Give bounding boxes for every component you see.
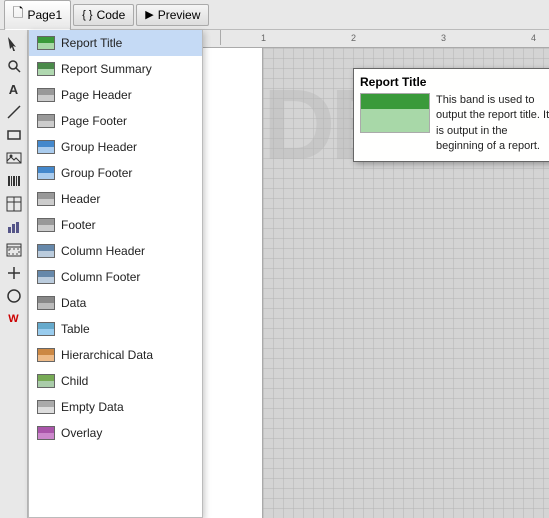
tab-preview[interactable]: ▶ Preview (136, 4, 209, 26)
band-icon-10 (37, 294, 55, 312)
menu-item-overlay[interactable]: Overlay (29, 420, 202, 446)
band-icon-2 (37, 86, 55, 104)
menu-item-header[interactable]: Header (29, 186, 202, 212)
menu-item-label: Report Summary (61, 62, 152, 76)
menu-item-label: Group Footer (61, 166, 132, 180)
zoom-tool[interactable] (3, 55, 25, 77)
band-icon-9 (37, 268, 55, 286)
menu-item-label: Empty Data (61, 400, 124, 414)
menu-item-label: Page Header (61, 88, 132, 102)
band-icon-3 (37, 112, 55, 130)
menu-item-footer[interactable]: Footer (29, 212, 202, 238)
band-icon-13 (37, 372, 55, 390)
tooltip-popup: Report Title This band is used to output… (353, 68, 549, 162)
band-icon-14 (37, 398, 55, 416)
rich-text-tool[interactable]: W (3, 308, 25, 330)
menu-item-label: Column Header (61, 244, 145, 258)
left-toolbar: A W (0, 30, 28, 518)
band-icon-15 (37, 424, 55, 442)
rect-tool[interactable] (3, 124, 25, 146)
menu-item-empty-data[interactable]: Empty Data (29, 394, 202, 420)
menu-item-data[interactable]: Data (29, 290, 202, 316)
main-layout: A W Report TitleReport Summar (0, 30, 549, 518)
menu-item-group-header[interactable]: Group Header (29, 134, 202, 160)
design-surface[interactable]: DEM Report Title This band is used to ou… (203, 48, 549, 518)
shape-tool[interactable] (3, 285, 25, 307)
menu-item-label: Overlay (61, 426, 102, 440)
band-icon-11 (37, 320, 55, 338)
subreport-tool[interactable] (3, 239, 25, 261)
tab-page1-label: Page1 (27, 8, 62, 22)
tab-preview-label: Preview (158, 8, 201, 22)
menu-item-label: Report Title (61, 36, 122, 50)
tooltip-description: This band is used to output the report t… (436, 93, 549, 155)
ruler-mark-2: 2 (351, 33, 356, 43)
menu-item-label: Page Footer (61, 114, 127, 128)
menu-item-page-footer[interactable]: Page Footer (29, 108, 202, 134)
image-tool[interactable] (3, 147, 25, 169)
band-icon-6 (37, 190, 55, 208)
band-icon-0 (37, 34, 55, 52)
menu-item-child[interactable]: Child (29, 368, 202, 394)
menu-item-label: Data (61, 296, 86, 310)
code-icon: { } (82, 9, 92, 21)
menu-item-column-header[interactable]: Column Header (29, 238, 202, 264)
barcode-tool[interactable] (3, 170, 25, 192)
band-icon-8 (37, 242, 55, 260)
preview-icon: ▶ (145, 8, 153, 21)
menu-item-label: Column Footer (61, 270, 140, 284)
menu-item-label: Table (61, 322, 90, 336)
menu-item-label: Footer (61, 218, 96, 232)
tooltip-title: Report Title (360, 75, 549, 89)
band-icon-12 (37, 346, 55, 364)
canvas-area: 1 2 3 4 DEM Report Title This band is us… (203, 30, 549, 518)
table-tool[interactable] (3, 193, 25, 215)
menu-item-report-title[interactable]: Report Title (29, 30, 202, 56)
band-icon-1 (37, 60, 55, 78)
tab-page1[interactable]: 🗋 Page1 (4, 0, 71, 30)
ruler-mark-1: 1 (261, 33, 266, 43)
menu-item-label: Header (61, 192, 100, 206)
band-icon-4 (37, 138, 55, 156)
menu-item-group-footer[interactable]: Group Footer (29, 160, 202, 186)
band-menu: Report Title Report Summary Page Header Pag… (28, 30, 203, 518)
text-tool[interactable]: A (3, 78, 25, 100)
tooltip-band-preview (360, 93, 430, 133)
ruler-mark-3: 3 (441, 33, 446, 43)
ruler-mark-4: 4 (531, 33, 536, 43)
menu-item-page-header[interactable]: Page Header (29, 82, 202, 108)
chart-tool[interactable] (3, 216, 25, 238)
cross-tool[interactable] (3, 262, 25, 284)
menu-item-label: Group Header (61, 140, 137, 154)
page-icon: 🗋 (13, 4, 23, 26)
band-icon-7 (37, 216, 55, 234)
menu-item-hierarchical-data[interactable]: Hierarchical Data (29, 342, 202, 368)
horizontal-ruler: 1 2 3 4 (203, 30, 549, 48)
tooltip-band-light (361, 109, 429, 132)
tooltip-content: This band is used to output the report t… (360, 93, 549, 155)
select-tool[interactable] (3, 32, 25, 54)
tab-code[interactable]: { } Code (73, 4, 134, 26)
menu-item-report-summary[interactable]: Report Summary (29, 56, 202, 82)
page-area (203, 48, 263, 518)
band-icon-5 (37, 164, 55, 182)
tab-code-label: Code (97, 8, 126, 22)
menu-item-label: Hierarchical Data (61, 348, 153, 362)
tooltip-band-dark (361, 94, 429, 109)
menu-item-table[interactable]: Table (29, 316, 202, 342)
top-toolbar: 🗋 Page1 { } Code ▶ Preview (0, 0, 549, 30)
line-tool[interactable] (3, 101, 25, 123)
menu-item-column-footer[interactable]: Column Footer (29, 264, 202, 290)
menu-item-label: Child (61, 374, 88, 388)
